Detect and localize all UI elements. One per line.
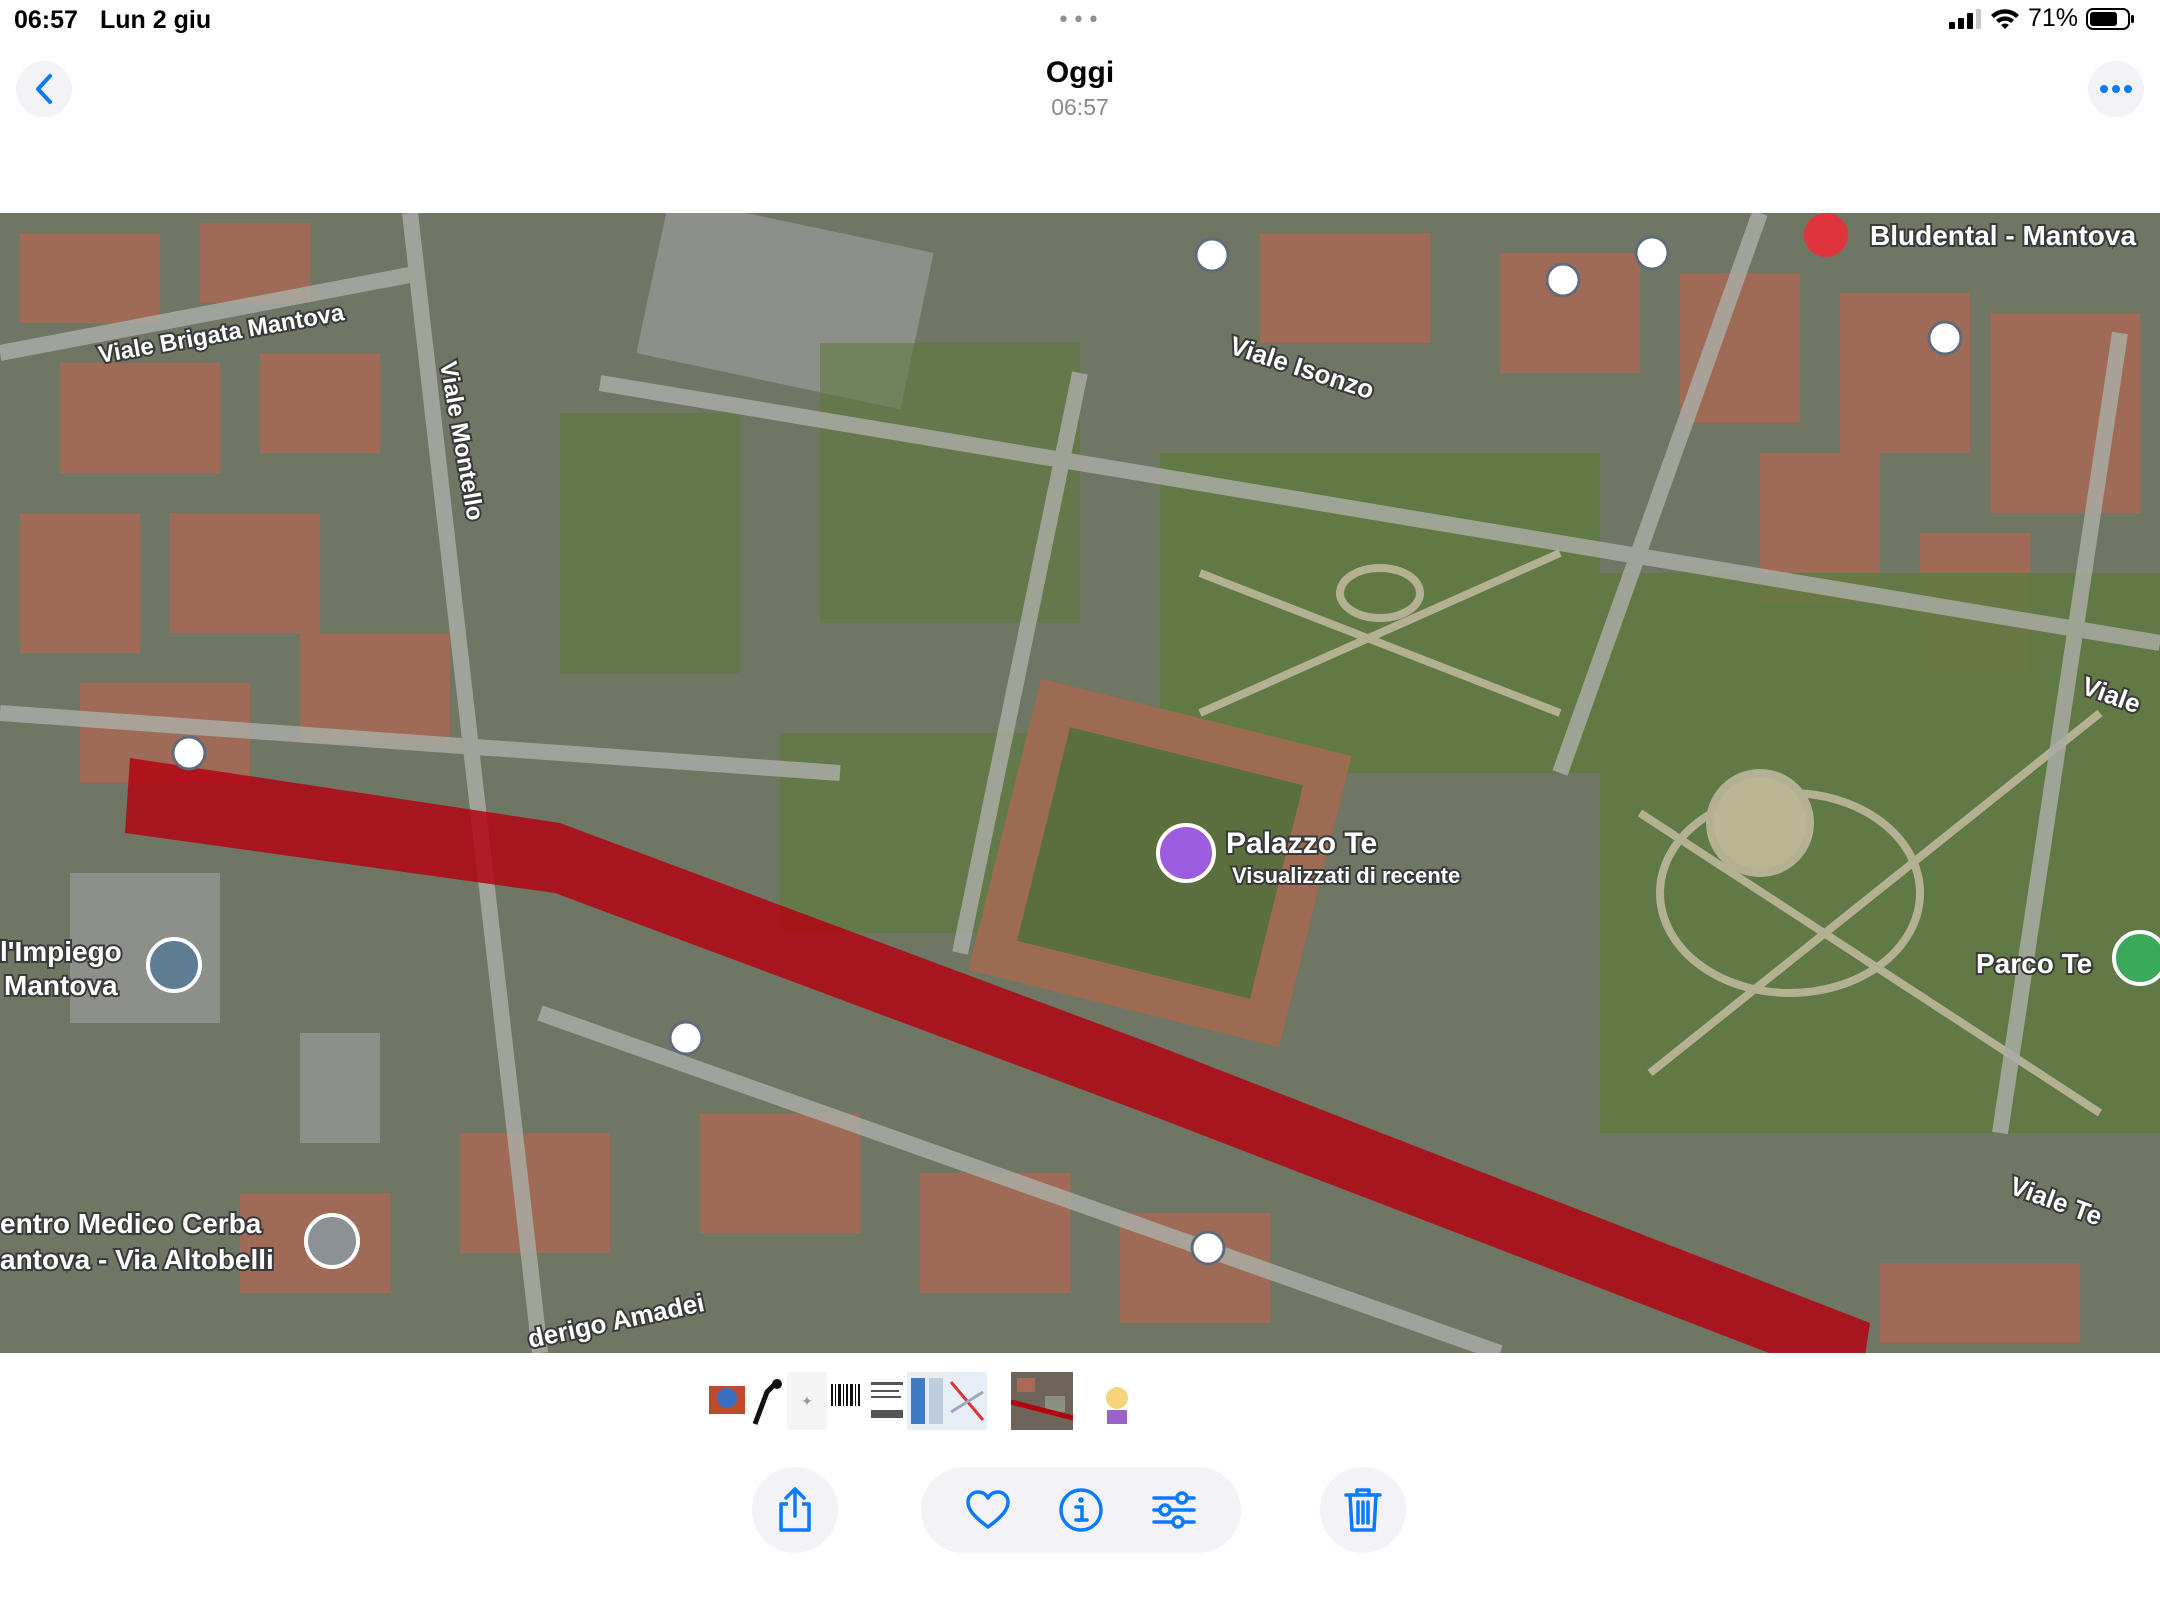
share-button[interactable]	[752, 1467, 838, 1553]
battery-icon	[2086, 7, 2134, 30]
thumbnail-1[interactable]	[707, 1372, 747, 1430]
map-label-bludental: Bludental - Mantova	[1870, 220, 2136, 251]
map-label-impiego1: l'Impiego	[0, 936, 122, 967]
map-label-cerba1: entro Medico Cerba	[0, 1208, 262, 1239]
map-label-recent: Visualizzati di recente	[1232, 863, 1460, 888]
thumbnail-7[interactable]	[947, 1372, 987, 1430]
favorite-button[interactable]	[958, 1480, 1018, 1540]
thumbnail-strip[interactable]: ✦	[707, 1370, 1137, 1432]
share-icon	[779, 1487, 811, 1532]
ellipsis-icon	[2100, 85, 2132, 93]
thumbnail-2[interactable]	[747, 1372, 787, 1430]
thumbnail-6[interactable]	[907, 1372, 947, 1430]
thumbnail-3[interactable]: ✦	[787, 1372, 827, 1430]
info-icon	[1059, 1488, 1103, 1532]
thumbnail-selected[interactable]	[1009, 1370, 1075, 1432]
status-right: 71%	[1948, 4, 2136, 33]
status-bar: 06:57 Lun 2 giu ••• 71%	[0, 0, 2160, 40]
multitask-dots[interactable]: •••	[1057, 8, 1102, 33]
more-button[interactable]	[2088, 61, 2144, 117]
map-label-parco: Parco Te	[1976, 948, 2092, 979]
heart-icon	[965, 1490, 1010, 1529]
photo-viewer[interactable]: Viale Brigata Mantova Viale Montello Via…	[0, 213, 2160, 1353]
map-label-cerba2: antova - Via Altobelli	[0, 1244, 274, 1275]
map-image: Viale Brigata Mantova Viale Montello Via…	[0, 213, 2160, 1353]
status-time: 06:57	[14, 6, 78, 34]
thumbnail-4[interactable]	[827, 1372, 867, 1430]
delete-button[interactable]	[1320, 1467, 1406, 1553]
status-date: Lun 2 giu	[100, 6, 212, 34]
svg-text:✦: ✦	[801, 1393, 813, 1409]
photo-actions-group	[921, 1467, 1241, 1553]
sliders-icon	[1152, 1491, 1197, 1529]
nav-title: Oggi	[1045, 56, 1115, 89]
thumbnail-9[interactable]	[1097, 1372, 1137, 1430]
edit-button[interactable]	[1144, 1480, 1204, 1540]
wifi-icon	[1990, 8, 2019, 29]
nav-subtitle: 06:57	[1051, 94, 1109, 120]
battery-percent: 71%	[2027, 4, 2078, 32]
map-label-impiego2: Mantova	[4, 970, 118, 1001]
info-button[interactable]	[1051, 1480, 1111, 1540]
cellular-signal-icon	[1948, 8, 1981, 29]
thumbnail-5[interactable]	[867, 1372, 907, 1430]
map-label-palazzo: Palazzo Te	[1226, 827, 1377, 860]
trash-icon	[1344, 1488, 1382, 1532]
